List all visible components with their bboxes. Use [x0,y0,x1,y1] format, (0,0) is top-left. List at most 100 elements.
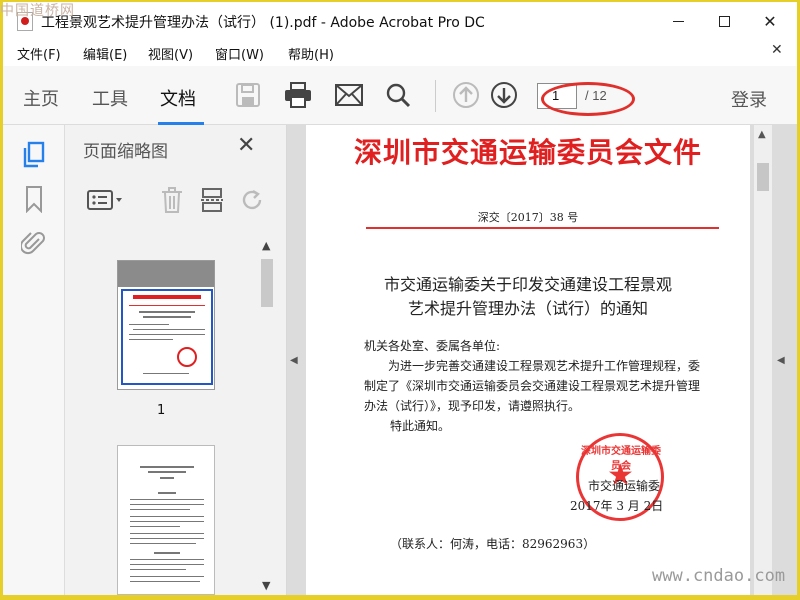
document-title-line-1: 市交通运输委关于印发交通建设工程景观 [383,275,672,294]
close-panel-icon[interactable]: ✕ [237,133,255,158]
scroll-up-icon[interactable]: ▲ [262,239,270,252]
body-line-4: 办法（试行）》，现予印发，请遵照执行。 [364,399,581,413]
maximize-icon [718,15,730,27]
thumbnail-toolbar [65,183,285,223]
email-icon[interactable] [334,80,364,110]
thumbnail-text-line [129,339,173,340]
document-title-line-2: 艺术提升管理办法（试行）的通知 [407,299,648,318]
body-line-2: 为进一步完善交通建设工程景观艺术提升工作管理规程，委 [388,359,701,373]
signature-org: 市交通运输委 [588,479,661,493]
thumbnail-rule [129,305,205,306]
left-navigation-rail [3,125,65,595]
thumbnail-text-line [129,334,205,335]
menu-view[interactable]: 视图(V) [148,44,193,63]
thumbnail-text-line [130,569,186,570]
rotate-page-icon[interactable] [235,183,269,217]
thumbnail-text-line [130,581,200,582]
minimize-icon [672,20,684,22]
pdf-page: 深圳市交通运输委员会文件 深交〔2017〕38 号 市交通运输委关于印发交通建设… [306,125,750,595]
tab-home[interactable]: 主页 [23,85,59,111]
bookmark-icon[interactable] [21,185,47,214]
thumbnail-text-line [130,543,196,544]
thumbnail-text-line [139,311,195,313]
thumbnail-text-line [130,509,190,510]
thumbnail-scroll-thumb[interactable] [261,259,273,307]
body-line-1: 机关各处室、委属各单位: [364,339,501,353]
body-line-3: 制定了《深圳市交通运输委员会交通建设工程景观艺术提升管理 [364,379,701,393]
document-number: 深交〔2017〕38 号 [477,211,579,224]
thumbnail-text-line [129,324,169,325]
thumbnail-text-line [143,373,189,374]
thumbnail-text-line [130,504,204,505]
thumbnail-text-line [130,576,204,577]
thumbnail-text-line [160,477,174,479]
scroll-down-icon[interactable]: ▼ [262,579,270,592]
page-thumbnail-1[interactable] [117,260,215,390]
menu-window[interactable]: 窗口(W) [215,44,264,63]
save-icon[interactable] [233,80,263,110]
thumbnail-text-line [140,466,194,468]
menu-bar: 文件(F) 编辑(E) 视图(V) 窗口(W) 帮助(H) ✕ [3,40,797,66]
panel-title: 页面缩略图 [83,142,168,162]
red-annotation-ellipse [541,82,635,116]
title-bar: 工程景观艺术提升管理办法（试行） (1).pdf - Adobe Acrobat… [3,2,797,40]
toolbar-separator [435,80,436,112]
menu-edit[interactable]: 编辑(E) [83,44,127,63]
thumbnail-header-shade [118,261,214,287]
thumbnail-text-line [133,329,205,330]
thumbnail-text-line [130,526,180,527]
print-icon[interactable] [283,80,313,110]
extract-page-icon[interactable] [195,183,229,217]
expand-right-panel-icon[interactable]: ◀ [777,355,785,366]
thumbnail-selection-frame [121,289,213,385]
body-line-5: 特此通知。 [390,419,451,433]
minimize-button[interactable] [655,2,701,40]
document-scrollbar[interactable]: ▲ [754,125,772,595]
page-thumbnail-2[interactable] [117,445,215,595]
document-view: ◀ 深圳市交通运输委员会文件 深交〔2017〕38 号 市交通运输委关于印发交通… [287,125,797,595]
document-header: 深圳市交通运输委员会文件 [353,136,702,169]
tab-document[interactable]: 文档 [160,85,196,111]
attachment-icon[interactable] [19,229,47,257]
header-red-rule [366,227,719,229]
thumbnail-header-line [133,295,201,299]
page-thumbnails-icon[interactable] [21,141,47,169]
pdf-app-icon [17,12,33,31]
document-scroll-thumb[interactable] [757,163,769,191]
thumbnail-text-line [158,492,176,494]
sign-in-link[interactable]: 登录 [731,86,767,112]
window-title: 工程景观艺术提升管理办法（试行） (1).pdf - Adobe Acrobat… [41,15,485,31]
menu-file[interactable]: 文件(F) [17,44,61,63]
scroll-up-icon[interactable]: ▲ [758,129,766,140]
thumbnail-text-line [130,559,204,560]
options-menu-icon[interactable] [85,183,129,217]
thumbnail-text-line [130,499,204,500]
thumbnail-text-line [148,471,186,473]
close-document-icon[interactable]: ✕ [771,42,783,58]
contact-line: （联系人：何涛，电话：82962963） [390,537,596,551]
next-page-icon[interactable] [489,80,519,110]
thumbnail-page-number: 1 [157,403,166,418]
thumbnail-text-line [130,538,204,539]
acrobat-window: 工程景观艺术提升管理办法（试行） (1).pdf - Adobe Acrobat… [3,2,797,595]
thumbnail-text-line [130,516,204,517]
thumbnail-text-line [130,533,204,534]
previous-page-icon[interactable] [451,80,481,110]
tab-tools[interactable]: 工具 [92,85,128,111]
main-toolbar: 主页 工具 文档 1 / 12 登录 [3,66,797,125]
maximize-button[interactable] [701,2,747,40]
thumbnail-seal [177,347,197,367]
thumbnail-text-line [154,552,180,554]
signature-date: 2017年 3 月 2日 [570,499,664,513]
thumbnail-text-line [130,521,204,522]
delete-page-icon[interactable] [155,183,189,217]
page-thumbnails-panel: 页面缩略图 ✕ 1 ▲ ▼ [65,125,287,595]
search-icon[interactable] [383,80,413,110]
thumbnail-text-line [143,316,191,318]
close-icon: ✕ [763,11,777,31]
menu-help[interactable]: 帮助(H) [288,44,334,63]
collapse-left-panel-icon[interactable]: ◀ [290,355,298,366]
thumbnail-text-line [130,564,204,565]
close-window-button[interactable]: ✕ [747,2,793,40]
thumbnail-scrollbar[interactable]: ▲ ▼ [259,239,275,595]
